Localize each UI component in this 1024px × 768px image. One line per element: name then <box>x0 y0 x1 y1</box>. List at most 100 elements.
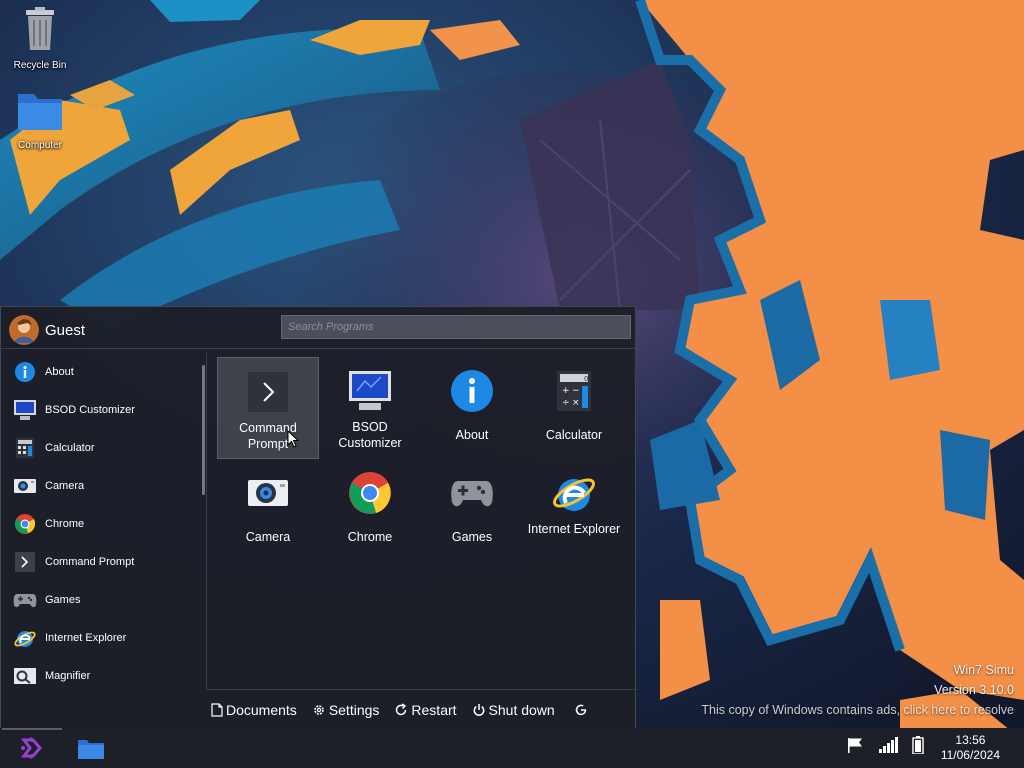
tile-label: Camera <box>245 530 291 544</box>
folder-icon <box>16 88 64 138</box>
settings-button[interactable]: Settings <box>312 702 380 718</box>
shutdown-label: Shut down <box>488 702 555 718</box>
taskbar-explorer-button[interactable] <box>74 734 108 764</box>
tile-label: BSOD Customizer <box>338 420 402 450</box>
watermark-version: Version 3.10.0 <box>934 683 1014 697</box>
internet-explorer-icon <box>550 469 598 517</box>
divider <box>207 689 637 690</box>
tile-camera[interactable]: Camera <box>217 459 319 561</box>
gamepad-icon <box>13 588 37 612</box>
taskbar: 13:56 11/06/2024 <box>0 728 1024 768</box>
power-icon <box>473 704 484 716</box>
search-input[interactable] <box>288 321 598 333</box>
documents-label: Documents <box>226 702 297 718</box>
clock[interactable]: 13:56 11/06/2024 <box>941 733 1000 763</box>
mouse-cursor-icon <box>287 430 299 448</box>
document-icon <box>211 703 223 717</box>
user-profile[interactable]: Guest <box>9 315 85 345</box>
watermark-product: Win7 Simu <box>953 663 1014 677</box>
restart-label: Restart <box>411 702 457 718</box>
battery-icon[interactable] <box>912 736 924 754</box>
list-item-label: Chrome <box>45 518 85 530</box>
logout-icon <box>575 704 586 716</box>
tile-internet-explorer[interactable]: Internet Explorer <box>523 459 625 561</box>
internet-explorer-icon <box>13 626 37 650</box>
start-menu: Guest About BSOD Customizer Calculator <box>0 306 637 728</box>
user-name: Guest <box>45 321 86 339</box>
list-item-magnifier[interactable]: Magnifier <box>1 657 206 689</box>
list-item-chrome[interactable]: Chrome <box>1 505 206 543</box>
program-list-scrollbar[interactable] <box>202 365 205 495</box>
list-item-calculator[interactable]: Calculator <box>1 429 206 467</box>
signal-icon[interactable] <box>878 737 898 753</box>
logout-button[interactable] <box>574 703 591 717</box>
tile-about[interactable]: About <box>421 357 523 459</box>
program-tiles: Command Prompt BSOD Customizer About 0 + −… <box>215 355 631 655</box>
info-icon <box>13 360 37 384</box>
desktop-icon-computer[interactable]: Computer <box>0 88 80 151</box>
tile-label: Command Prompt <box>239 421 297 451</box>
tile-label: Internet Explorer <box>527 522 621 536</box>
documents-button[interactable]: Documents <box>211 702 297 718</box>
list-item-bsod-customizer[interactable]: BSOD Customizer <box>1 391 206 429</box>
list-item-about[interactable]: About <box>1 353 206 391</box>
list-item-label: About <box>45 366 74 378</box>
camera-icon <box>13 474 37 498</box>
magnifier-icon <box>13 664 37 688</box>
divider <box>1 348 637 349</box>
user-avatar-icon <box>9 315 39 345</box>
tile-chrome[interactable]: Chrome <box>319 459 421 561</box>
list-item-label: Internet Explorer <box>45 632 127 644</box>
system-tray <box>832 736 924 754</box>
tile-games[interactable]: Games <box>421 459 523 561</box>
svg-text:+: + <box>562 386 570 396</box>
clock-date: 11/06/2024 <box>940 748 1000 762</box>
list-item-games[interactable]: Games <box>1 581 206 619</box>
activation-watermark: Win7 Simu Version 3.10.0 This copy of Wi… <box>701 660 1014 720</box>
restart-icon <box>396 703 407 716</box>
svg-text:×: × <box>572 398 580 408</box>
desktop-icon-label: Computer <box>18 140 62 151</box>
program-list: About BSOD Customizer Calculator Camera … <box>1 353 207 689</box>
list-item-command-prompt[interactable]: Command Prompt <box>1 543 206 581</box>
monitor-icon <box>346 367 394 415</box>
desktop-icon-label: Recycle Bin <box>13 60 67 71</box>
list-item-label: BSOD Customizer <box>45 404 135 416</box>
tile-label: Calculator <box>545 428 603 442</box>
power-actions: Documents Settings Restart Shut down <box>211 699 606 721</box>
tile-label: Chrome <box>347 530 393 544</box>
svg-text:÷: ÷ <box>562 398 570 408</box>
gear-icon <box>314 705 324 715</box>
camera-icon <box>244 469 292 517</box>
tile-bsod-customizer[interactable]: BSOD Customizer <box>319 357 421 459</box>
tile-calculator[interactable]: 0 + − ÷ × Calculator <box>523 357 625 459</box>
list-item-label: Camera <box>45 480 85 492</box>
calculator-icon: 0 + − ÷ × <box>550 367 598 415</box>
list-item-internet-explorer[interactable]: Internet Explorer <box>1 619 206 657</box>
watermark-ads-link[interactable]: This copy of Windows contains ads, click… <box>701 700 1014 720</box>
tile-command-prompt[interactable]: Command Prompt <box>217 357 319 459</box>
desktop-icon-recycle-bin[interactable]: Recycle Bin <box>0 6 80 71</box>
command-prompt-icon <box>13 550 37 574</box>
gamepad-icon <box>448 469 496 517</box>
list-item-label: Command Prompt <box>45 556 135 568</box>
info-icon <box>448 367 496 415</box>
list-item-label: Magnifier <box>45 670 91 682</box>
svg-text:−: − <box>572 386 580 396</box>
monitor-icon <box>13 398 37 422</box>
flag-icon[interactable] <box>846 736 864 754</box>
chrome-icon <box>13 512 37 536</box>
restart-button[interactable]: Restart <box>394 702 457 718</box>
shutdown-button[interactable]: Shut down <box>472 702 555 718</box>
tile-label: About <box>455 428 489 442</box>
settings-label: Settings <box>328 702 380 718</box>
list-item-label: Games <box>45 594 81 606</box>
clock-time: 13:56 <box>955 733 986 747</box>
list-item-camera[interactable]: Camera <box>1 467 206 505</box>
chrome-icon <box>346 469 394 517</box>
search-box[interactable] <box>281 315 631 339</box>
start-button[interactable] <box>0 728 62 768</box>
recycle-bin-icon <box>20 6 60 58</box>
command-prompt-icon <box>244 368 292 416</box>
folder-icon <box>78 740 104 759</box>
